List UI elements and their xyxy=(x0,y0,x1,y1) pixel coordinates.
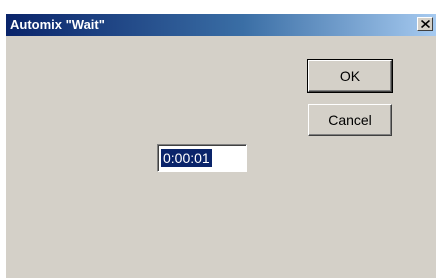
cancel-button[interactable]: Cancel xyxy=(308,104,392,136)
close-button[interactable] xyxy=(417,17,433,31)
close-icon xyxy=(421,20,430,28)
automix-wait-dialog: Automix "Wait" OK Cancel 0:00:01 xyxy=(6,14,436,278)
ok-button[interactable]: OK xyxy=(307,59,393,93)
dialog-title: Automix "Wait" xyxy=(10,17,105,32)
wait-time-value: 0:00:01 xyxy=(161,149,212,167)
title-bar[interactable]: Automix "Wait" xyxy=(6,14,436,36)
wait-time-input[interactable]: 0:00:01 xyxy=(157,144,247,172)
